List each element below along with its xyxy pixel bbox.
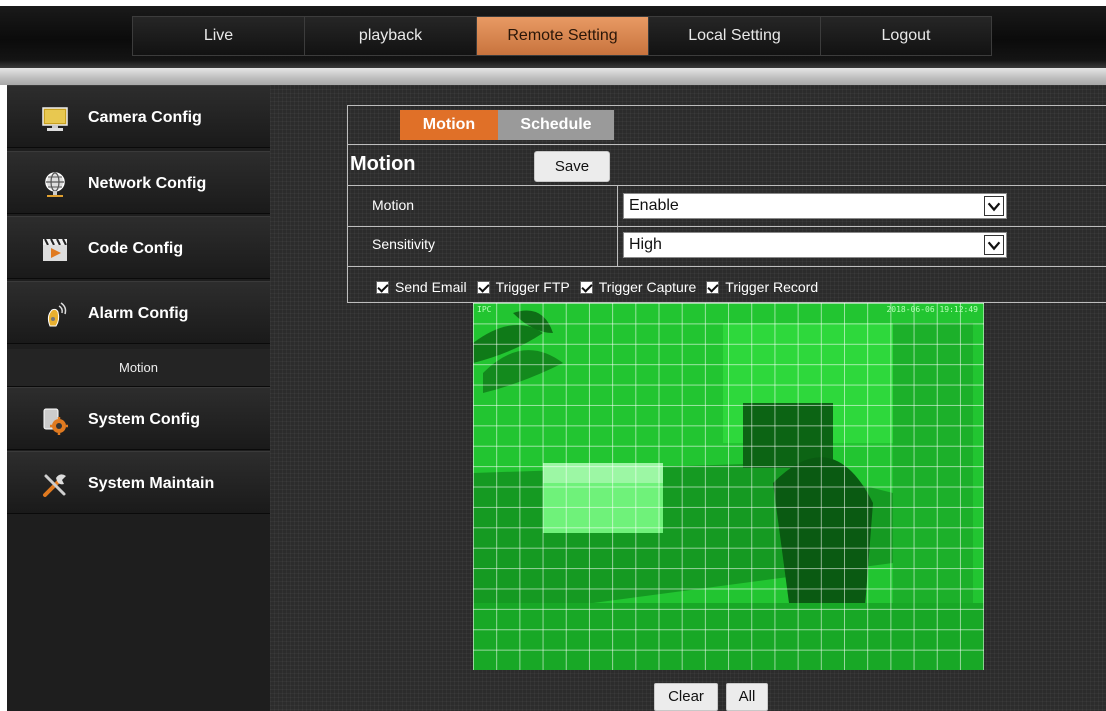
trigger-ftp-label: Trigger FTP [495,279,570,295]
sidebar-item-label: Network Config [88,175,207,192]
osd-timestamp: 2018-06-06 19:12:49 [886,305,978,314]
motion-select-value: Enable [629,197,679,214]
sidebar-subitem-motion[interactable]: Motion [7,349,270,387]
nav-playback[interactable]: playback [304,16,476,56]
main-nav: Live playback Remote Setting Local Setti… [132,16,992,56]
save-button[interactable]: Save [534,151,610,182]
gear-icon [43,408,68,435]
sidebar-item-camera-config[interactable]: Camera Config [7,85,270,148]
sensitivity-select-value: High [629,236,662,253]
trigger-record-checkbox[interactable] [706,280,720,294]
trigger-record-label: Trigger Record [725,279,819,295]
chevron-down-icon [984,235,1004,255]
motion-settings-panel: Motion Schedule Motion Save Motion Enabl… [347,105,1106,303]
select-all-button[interactable]: All [726,683,768,711]
nav-local-setting[interactable]: Local Setting [648,16,820,56]
chevron-down-icon [984,196,1004,216]
sidebar: Camera Config Network Config Code Config [7,85,270,711]
divider [348,144,1106,145]
sidebar-item-label: Camera Config [88,109,202,126]
sidebar-item-system-config[interactable]: System Config [7,387,270,450]
sidebar-item-code-config[interactable]: Code Config [7,216,270,279]
header-separator [0,68,1106,85]
divider [348,185,1106,186]
clear-button[interactable]: Clear [654,683,718,711]
sidebar-item-network-config[interactable]: Network Config [7,151,270,214]
motion-select[interactable]: Enable [623,193,1007,219]
motion-field-label: Motion [372,197,415,213]
tools-icon [43,474,66,497]
trigger-capture-checkbox[interactable] [579,280,593,294]
clapper-icon [43,238,67,261]
sensitivity-select[interactable]: High [623,232,1007,258]
tab-motion[interactable]: Motion [400,110,498,140]
section-title: Motion [350,153,416,175]
sensitivity-field-label: Sensitivity [372,236,436,252]
globe-network-icon [45,172,65,197]
divider [348,226,1106,227]
sidebar-item-label: Alarm Config [88,305,189,322]
motion-area-video[interactable]: IPC 2018-06-06 19:12:49 [473,303,984,670]
nav-remote-setting[interactable]: Remote Setting [476,16,648,56]
sidebar-item-label: Code Config [88,240,184,257]
send-email-checkbox[interactable] [376,280,389,294]
nav-logout[interactable]: Logout [820,16,992,56]
osd-channel-label: IPC [477,305,492,314]
nav-live[interactable]: Live [132,16,304,56]
camera-scene-image [473,303,984,670]
monitor-icon [42,107,68,131]
send-email-label: Send Email [395,279,467,295]
tab-schedule[interactable]: Schedule [498,110,614,140]
divider [348,266,1106,267]
trigger-capture-label: Trigger Capture [598,279,697,295]
trigger-ftp-checkbox[interactable] [476,280,490,294]
trigger-options: Send Email Trigger FTP Trigger Capture T… [376,279,828,295]
sidebar-item-label: System Maintain [88,475,215,492]
sidebar-item-alarm-config[interactable]: Alarm Config [7,281,270,344]
sidebar-item-system-maintain[interactable]: System Maintain [7,451,270,514]
alarm-bell-icon [47,302,67,327]
tab-bar: Motion Schedule [400,110,614,140]
sidebar-item-label: System Config [88,411,201,428]
